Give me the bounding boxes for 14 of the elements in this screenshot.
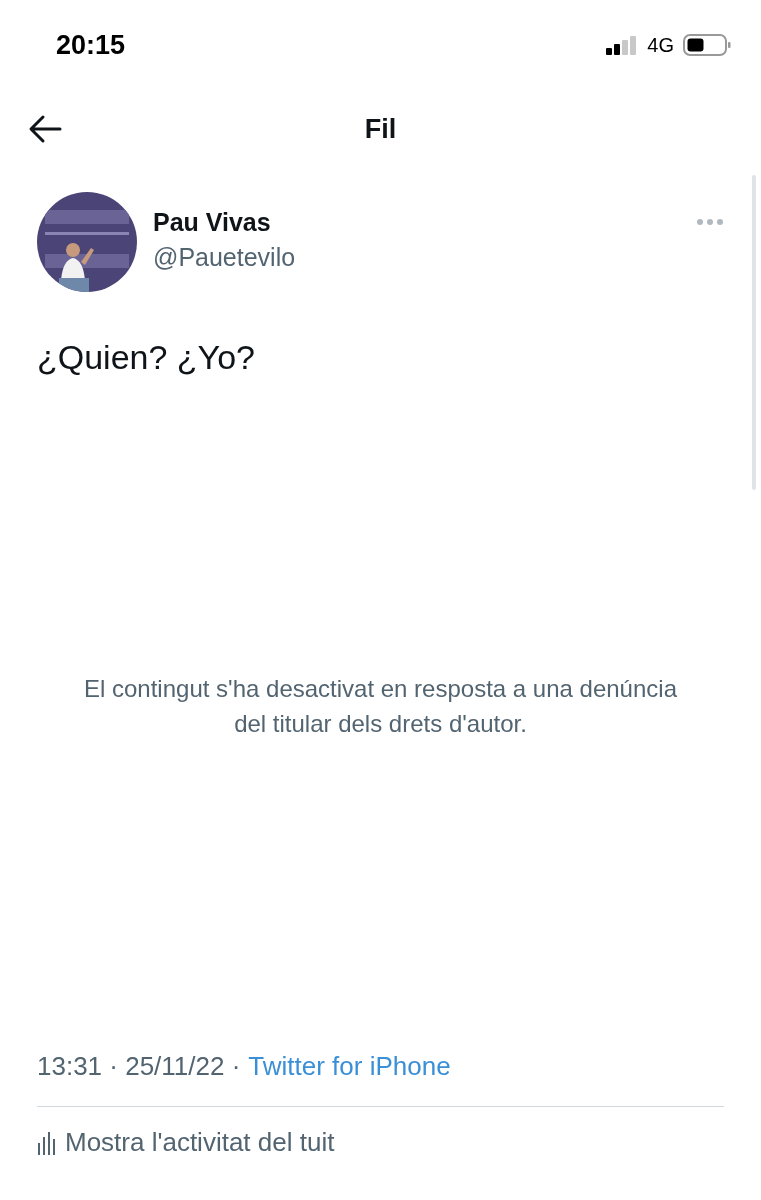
author-handle: @Pauetevilo — [153, 243, 297, 272]
network-label: 4G — [647, 33, 674, 57]
analytics-icon — [37, 1130, 55, 1155]
activity-link[interactable]: Mostra l'activitat del tuit — [65, 1127, 335, 1158]
timestamp: 13:31 · 25/11/22 · — [37, 1051, 241, 1082]
battery-icon — [683, 34, 731, 56]
screen-title: Fil — [364, 113, 397, 145]
clock-time: 20:15 — [56, 29, 126, 61]
author-name: Pau Vivas — [153, 208, 272, 237]
tweet-text: ¿Quien? ¿Yo? — [36, 337, 256, 377]
signal-icon — [606, 35, 639, 55]
media-notice: El contingut s'ha desactivat en resposta a una denúncia del titular dels drets d'autor. — [83, 674, 678, 739]
source-link[interactable]: Twitter for iPhone — [248, 1051, 451, 1082]
back-arrow-icon[interactable] — [28, 114, 62, 144]
